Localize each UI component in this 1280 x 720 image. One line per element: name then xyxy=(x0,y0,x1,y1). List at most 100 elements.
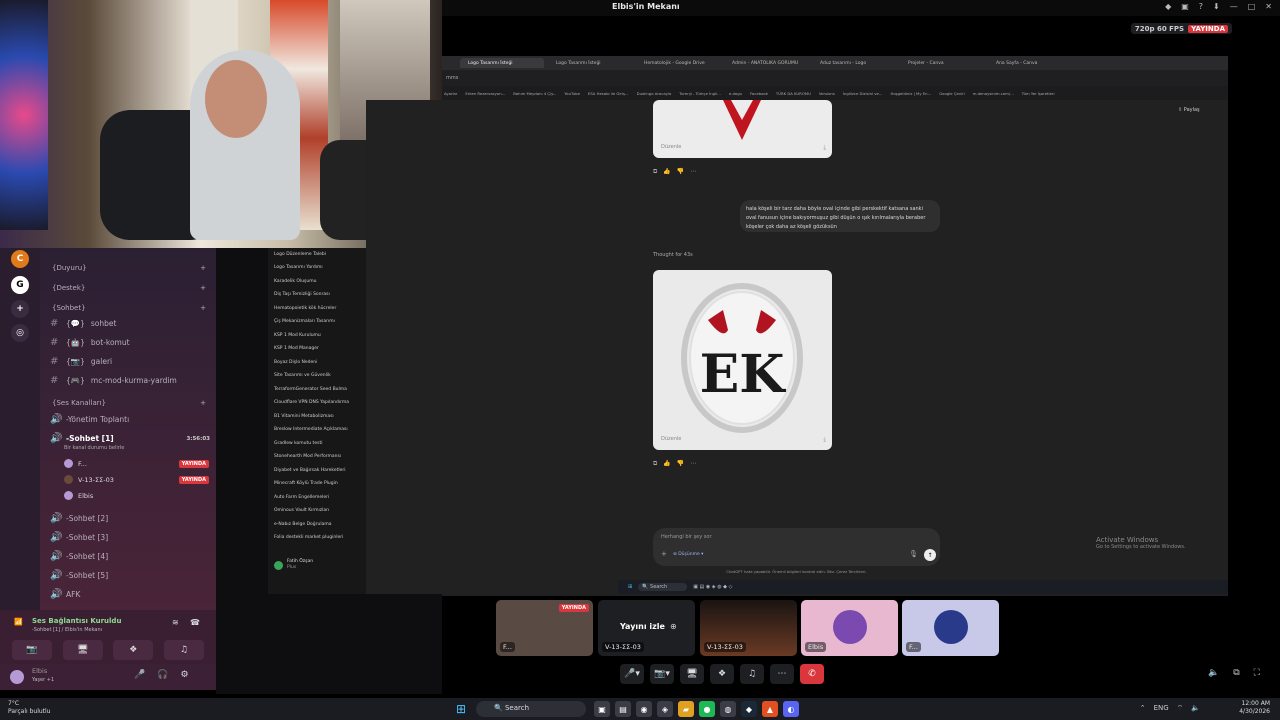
browser-tab[interactable]: Ana Sayfa - Canva xyxy=(988,58,1072,68)
popout-icon[interactable]: ⊕ xyxy=(670,622,677,631)
bookmark[interactable]: Ayarlar xyxy=(444,91,457,96)
conversation-item[interactable]: TerraformGenerator Seed Bulma xyxy=(274,387,347,392)
more-icon[interactable]: ⋯ xyxy=(690,460,696,468)
channel-bot-komut[interactable]: # {🤖} bot-komut xyxy=(50,337,210,348)
conversation-item[interactable]: Minecraft Köylü Trade Plugin xyxy=(274,481,338,486)
download-icon[interactable]: ⬇ xyxy=(1213,2,1220,11)
taskbar-search[interactable]: 🔍 Search xyxy=(476,701,586,717)
voice-channel[interactable]: 🔊 -Sohbet [3] xyxy=(50,532,210,543)
inbox-icon[interactable]: ▣ xyxy=(1181,2,1189,11)
mic-icon[interactable]: 🎙 xyxy=(909,550,918,558)
bookmark[interactable]: Erken Rezervasyon... xyxy=(465,91,505,96)
share-button[interactable]: ⇪ Paylaş xyxy=(1178,107,1200,113)
more-icon[interactable]: ⋯ xyxy=(690,168,696,176)
bookmark[interactable]: YouTube xyxy=(564,91,579,96)
channel-galeri[interactable]: # {📷} galeri xyxy=(50,356,210,367)
add-channel-icon[interactable]: + xyxy=(200,264,206,272)
soundboard-icon[interactable]: ♫ xyxy=(740,664,764,684)
bookmark[interactable]: TÜRK DA KUROMU xyxy=(776,91,811,96)
server-icon[interactable]: C xyxy=(11,250,29,268)
maximize-icon[interactable]: □ xyxy=(1248,2,1256,11)
thinking-mode-button[interactable]: ⊚ Düşünme ▾ xyxy=(673,552,703,557)
widgets-icon[interactable]: ▤ xyxy=(615,701,631,717)
generated-image[interactable]: EK Düzenle ⤓ xyxy=(653,270,832,450)
camera-off-icon[interactable]: 📷 xyxy=(12,640,52,660)
conversation-item[interactable]: B1 Vitamini Metabolizması xyxy=(274,414,334,419)
conversation-item[interactable]: Auto Farm Engellemeleri xyxy=(274,495,329,500)
chrome-icon[interactable]: ◍ xyxy=(720,701,736,717)
channel-sohbet[interactable]: # {💬} sohbet xyxy=(50,318,210,329)
mic-icon[interactable]: 🎤▾ xyxy=(620,664,644,684)
wifi-icon[interactable]: ⌔ xyxy=(1177,704,1184,713)
download-icon[interactable]: ⤓ xyxy=(823,436,826,444)
bookmark[interactable]: ESA Hesabı ile Giriş... xyxy=(588,91,629,96)
avatar[interactable] xyxy=(10,670,24,684)
volume-icon[interactable]: 🔈 xyxy=(1208,668,1219,678)
category-voice[interactable]: {Ses Kanalları} + xyxy=(52,399,206,407)
voice-channel[interactable]: 🔊 -Sohbet [2] xyxy=(50,513,210,524)
minimize-icon[interactable]: — xyxy=(1230,2,1238,11)
conversation-item[interactable]: Hematopoietik kök hücreler xyxy=(274,306,336,311)
more-icon[interactable]: ⋯ xyxy=(770,664,794,684)
headphones-icon[interactable]: 🎧 xyxy=(157,670,168,680)
category-duyuru[interactable]: {Duyuru} + xyxy=(52,264,206,272)
voice-user[interactable]: F... YAYINDA xyxy=(64,459,209,468)
add-channel-icon[interactable]: + xyxy=(200,284,206,292)
bookmark[interactable]: Facebook xyxy=(750,91,768,96)
conversation-item[interactable]: Breslow Intermediate Açıklaması xyxy=(274,427,348,432)
help-icon[interactable]: ? xyxy=(1199,2,1203,11)
bookmark[interactable]: Bahım Meydanı 4 Çiy... xyxy=(513,91,556,96)
participant-tile[interactable]: YAYINDA F... xyxy=(496,600,593,656)
bookmark[interactable]: m.denaysinim.com/... xyxy=(973,91,1014,96)
participant-tile[interactable]: Elbis xyxy=(801,600,898,656)
close-icon[interactable]: ✕ xyxy=(1265,2,1272,11)
browser-tab[interactable]: Logo Tasarımı İsteği xyxy=(548,58,632,68)
noise-icon[interactable]: ≋ xyxy=(172,618,179,627)
address-bar[interactable]: mms xyxy=(442,70,1228,86)
soundboard-icon[interactable]: ♫ xyxy=(163,640,204,660)
store-icon[interactable]: ◈ xyxy=(657,701,673,717)
bookmark[interactable]: Google Çeviri xyxy=(939,91,965,96)
gear-icon[interactable]: ⚙ xyxy=(180,670,188,680)
prompt-input[interactable]: Herhangi bir şey sor xyxy=(661,534,712,540)
voice-channel-afk[interactable]: 🔊 AFK xyxy=(50,589,210,600)
voice-channel-sohbet-1[interactable]: 🔊 -Sohbet [1] 3:56:03 xyxy=(50,433,210,444)
add-channel-icon[interactable]: + xyxy=(200,399,206,407)
copy-icon[interactable]: ⧉ xyxy=(653,460,657,468)
voice-channel[interactable]: 🔊 -Sohbet [4] xyxy=(50,551,210,562)
attach-icon[interactable]: + xyxy=(661,550,667,558)
folder-icon[interactable]: ▰ xyxy=(678,701,694,717)
chevron-up-icon[interactable]: ⌃ xyxy=(1140,704,1146,713)
copy-icon[interactable]: ⧉ xyxy=(653,168,657,176)
conversation-item[interactable]: Logo Düzenleme Talebi xyxy=(274,252,326,257)
discover-icon[interactable]: ◎ xyxy=(11,324,29,342)
screen-share-icon[interactable]: 🖥 xyxy=(680,664,704,684)
bookmark[interactable]: Versions xyxy=(819,91,835,96)
download-icon[interactable]: ⤓ xyxy=(823,144,826,152)
language-indicator[interactable]: ENG xyxy=(1154,704,1169,713)
account-button[interactable]: Fatih Özşan Plus xyxy=(274,559,313,571)
leave-call-button[interactable]: ✆ xyxy=(800,664,824,684)
discord-icon[interactable]: ◐ xyxy=(783,701,799,717)
clock[interactable]: 12:00 AM 4/30/2026 xyxy=(1239,700,1270,716)
edit-label[interactable]: Düzenle xyxy=(661,436,681,442)
watch-stream-button[interactable]: Yayını izle xyxy=(620,622,665,631)
conversation-item[interactable]: Stonehearth Mod Performansı xyxy=(274,454,341,459)
bookmark-icon[interactable]: ◆ xyxy=(1165,2,1171,11)
thumbs-down-icon[interactable]: 👎 xyxy=(677,460,684,468)
category-destek[interactable]: {Destek} + xyxy=(52,284,206,292)
voice-channel-yonetim[interactable]: 🔊 -Yönetim Toplantı xyxy=(50,414,210,425)
task-view-icon[interactable]: ▣ xyxy=(594,701,610,717)
conversation-item[interactable]: Çiş Mekanizmaları Tasarımı xyxy=(274,319,335,324)
volume-icon[interactable]: 🔈 xyxy=(1191,704,1200,713)
add-server-icon[interactable]: + xyxy=(11,300,29,318)
send-button[interactable]: ↑ xyxy=(924,549,936,561)
mic-icon[interactable]: 🎤 xyxy=(134,670,145,680)
conversation-item[interactable]: Site Tasarımı ve Güvenlik xyxy=(274,373,331,378)
edit-label[interactable]: Düzenle xyxy=(661,144,681,150)
channel-status[interactable]: Bir kanal durumu belirle xyxy=(64,445,124,451)
conversation-item[interactable]: Folia destekli market pluginleri xyxy=(274,535,343,540)
start-icon[interactable]: ⊞ xyxy=(456,702,466,716)
conversation-item[interactable]: Cloudflare VPN DNS Yapılandırma xyxy=(274,400,349,405)
bookmark[interactable]: Hoşgeldiniz | My En... xyxy=(890,91,931,96)
